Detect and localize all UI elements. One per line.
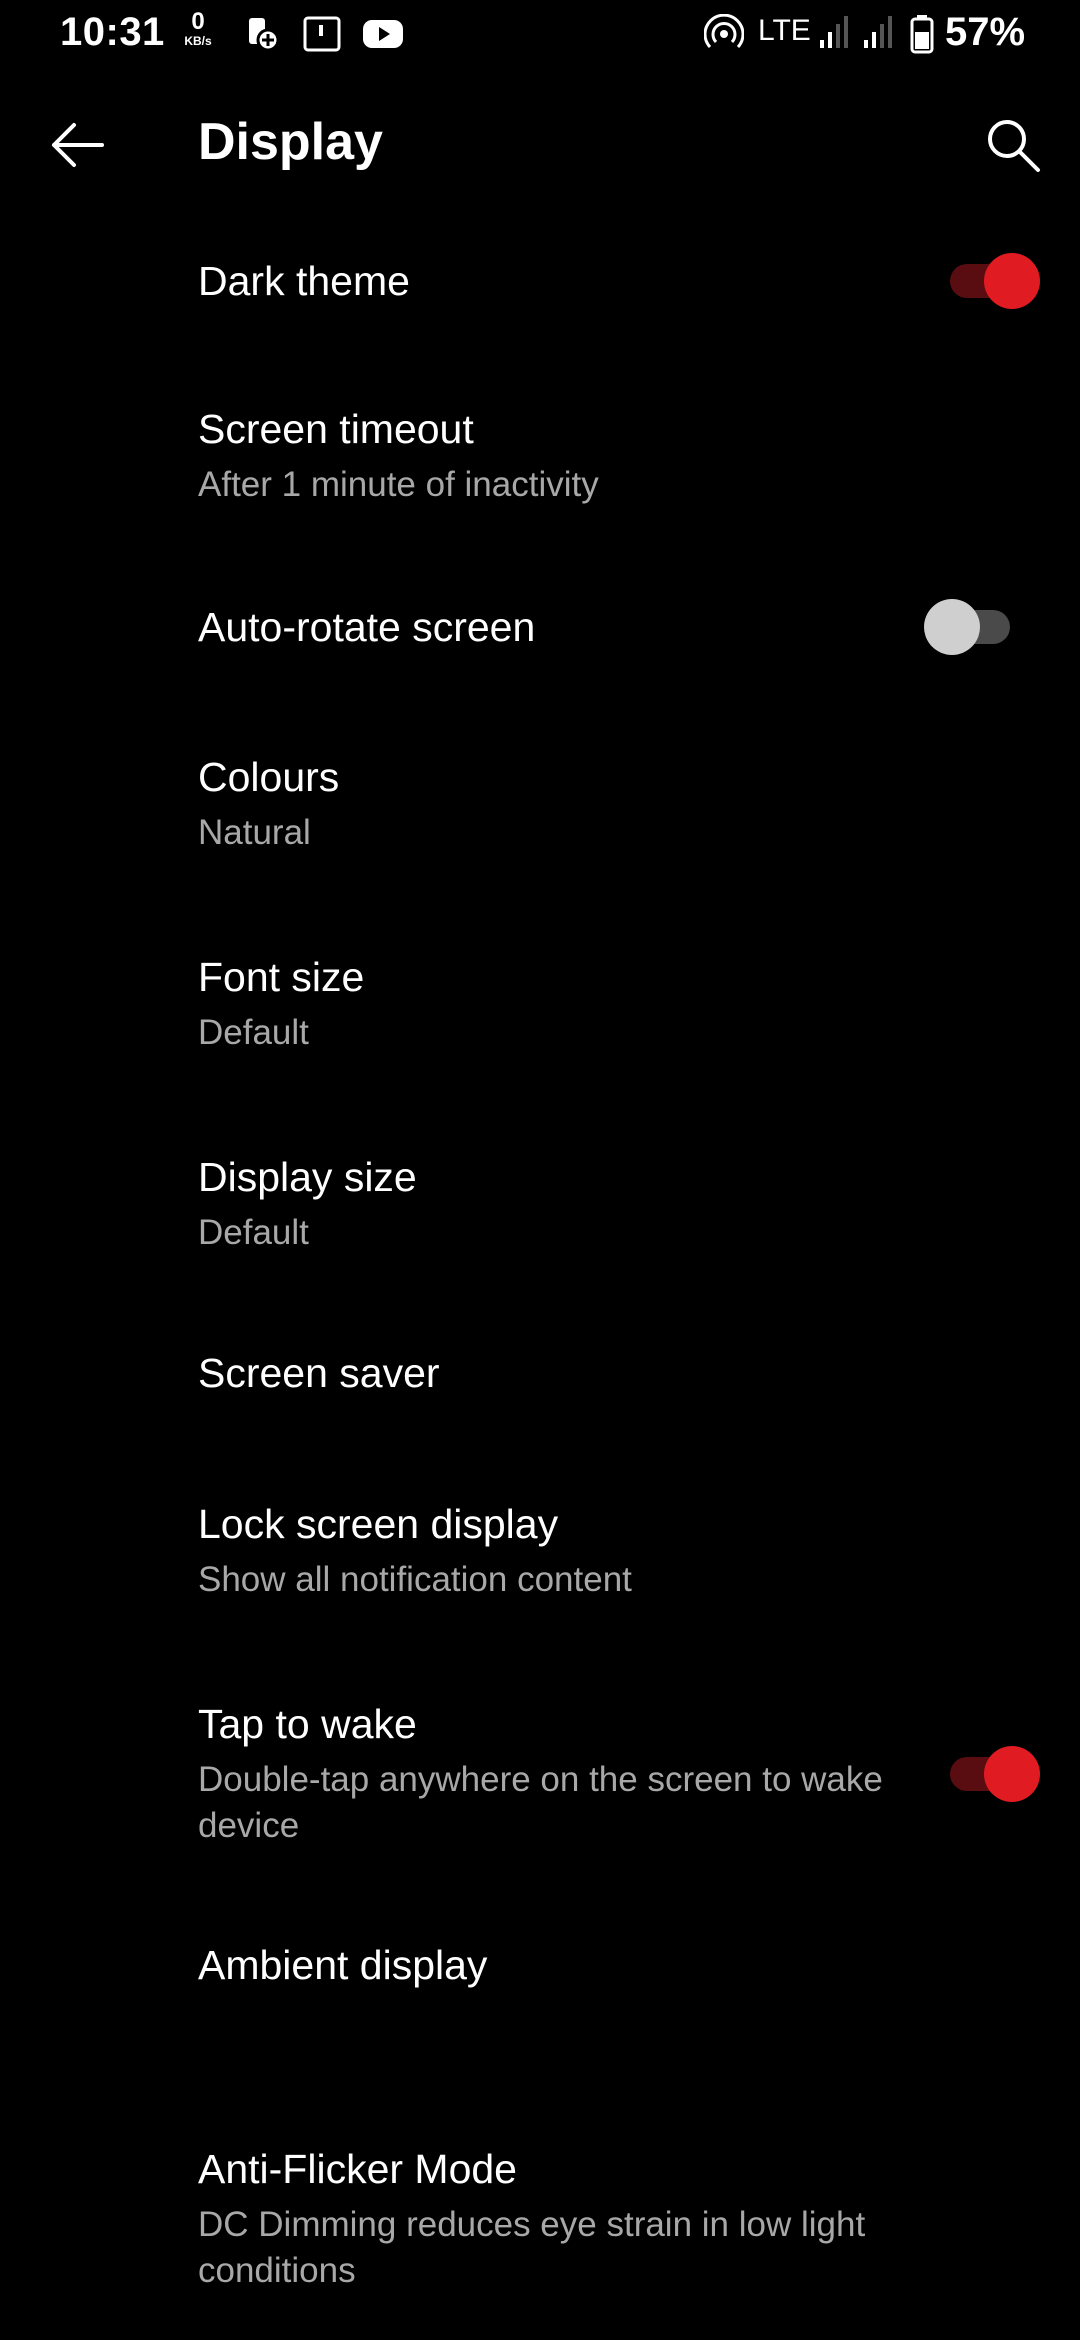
hotspot-notification-icon	[249, 18, 280, 52]
setting-label: Font size	[198, 954, 365, 1000]
setting-label: Display size	[198, 1154, 417, 1200]
network-speed-unit: KB/s	[184, 34, 212, 48]
setting-label: Dark theme	[198, 258, 410, 304]
hotspot-icon	[704, 14, 744, 49]
setting-screen-saver[interactable]: Screen saver	[0, 1330, 1080, 1440]
battery-icon	[910, 15, 934, 54]
setting-dark-theme[interactable]: Dark theme	[0, 230, 1080, 340]
toggle-thumb	[984, 1746, 1040, 1802]
battery-percentage: 57%	[945, 10, 1026, 54]
toggle-thumb	[984, 253, 1040, 309]
status-bar: 10:31 0 KB/s LTE 57%	[0, 0, 1080, 70]
setting-label: Anti-Flicker Mode	[198, 2146, 517, 2192]
setting-summary: After 1 minute of inactivity	[198, 465, 599, 504]
dark-theme-toggle[interactable]	[944, 250, 1040, 310]
youtube-notification-icon	[363, 20, 403, 48]
network-speed: 0 KB/s	[178, 8, 218, 48]
setting-summary: DC Dimming reduces eye strain in low lig…	[198, 2205, 866, 2290]
setting-tap-to-wake[interactable]: Tap to wake Double-tap anywhere on the s…	[0, 1685, 1080, 1860]
setting-screen-timeout[interactable]: Screen timeout After 1 minute of inactiv…	[0, 390, 1080, 520]
setting-summary: Default	[198, 1013, 309, 1052]
setting-colours[interactable]: Colours Natural	[0, 738, 1080, 868]
status-time: 10:31	[60, 10, 165, 54]
setting-summary: Natural	[198, 813, 311, 852]
app-bar: Display	[0, 90, 1080, 200]
setting-summary: Show all notification content	[198, 1560, 632, 1599]
setting-label: Ambient display	[198, 1942, 488, 1988]
setting-label: Screen timeout	[198, 406, 474, 452]
network-speed-value: 0	[191, 8, 205, 35]
setting-font-size[interactable]: Font size Default	[0, 938, 1080, 1068]
setting-lock-screen-display[interactable]: Lock screen display Show all notificatio…	[0, 1485, 1080, 1615]
network-type: LTE	[758, 14, 811, 47]
setting-ambient-display[interactable]: Ambient display	[0, 1918, 1080, 2028]
signal-strength-icon	[820, 16, 848, 48]
setting-label: Colours	[198, 754, 340, 800]
back-arrow-icon[interactable]	[44, 112, 110, 178]
search-icon[interactable]	[980, 112, 1046, 178]
setting-label: Tap to wake	[198, 1701, 417, 1747]
setting-summary: Double-tap anywhere on the screen to wak…	[198, 1760, 883, 1845]
tap-to-wake-toggle[interactable]	[944, 1743, 1040, 1803]
signal-strength-2-icon	[864, 16, 892, 48]
setting-anti-flicker-mode[interactable]: Anti-Flicker Mode DC Dimming reduces eye…	[0, 2130, 1080, 2310]
setting-label: Auto-rotate screen	[198, 604, 536, 650]
setting-label: Lock screen display	[198, 1501, 559, 1547]
setting-display-size[interactable]: Display size Default	[0, 1138, 1080, 1268]
setting-label: Screen saver	[198, 1350, 440, 1396]
auto-rotate-toggle[interactable]	[924, 596, 1020, 656]
screenshot-notification-icon	[303, 16, 341, 52]
toggle-thumb	[924, 599, 980, 655]
setting-auto-rotate[interactable]: Auto-rotate screen	[0, 580, 1080, 690]
page-title: Display	[198, 113, 383, 171]
setting-summary: Default	[198, 1213, 309, 1252]
